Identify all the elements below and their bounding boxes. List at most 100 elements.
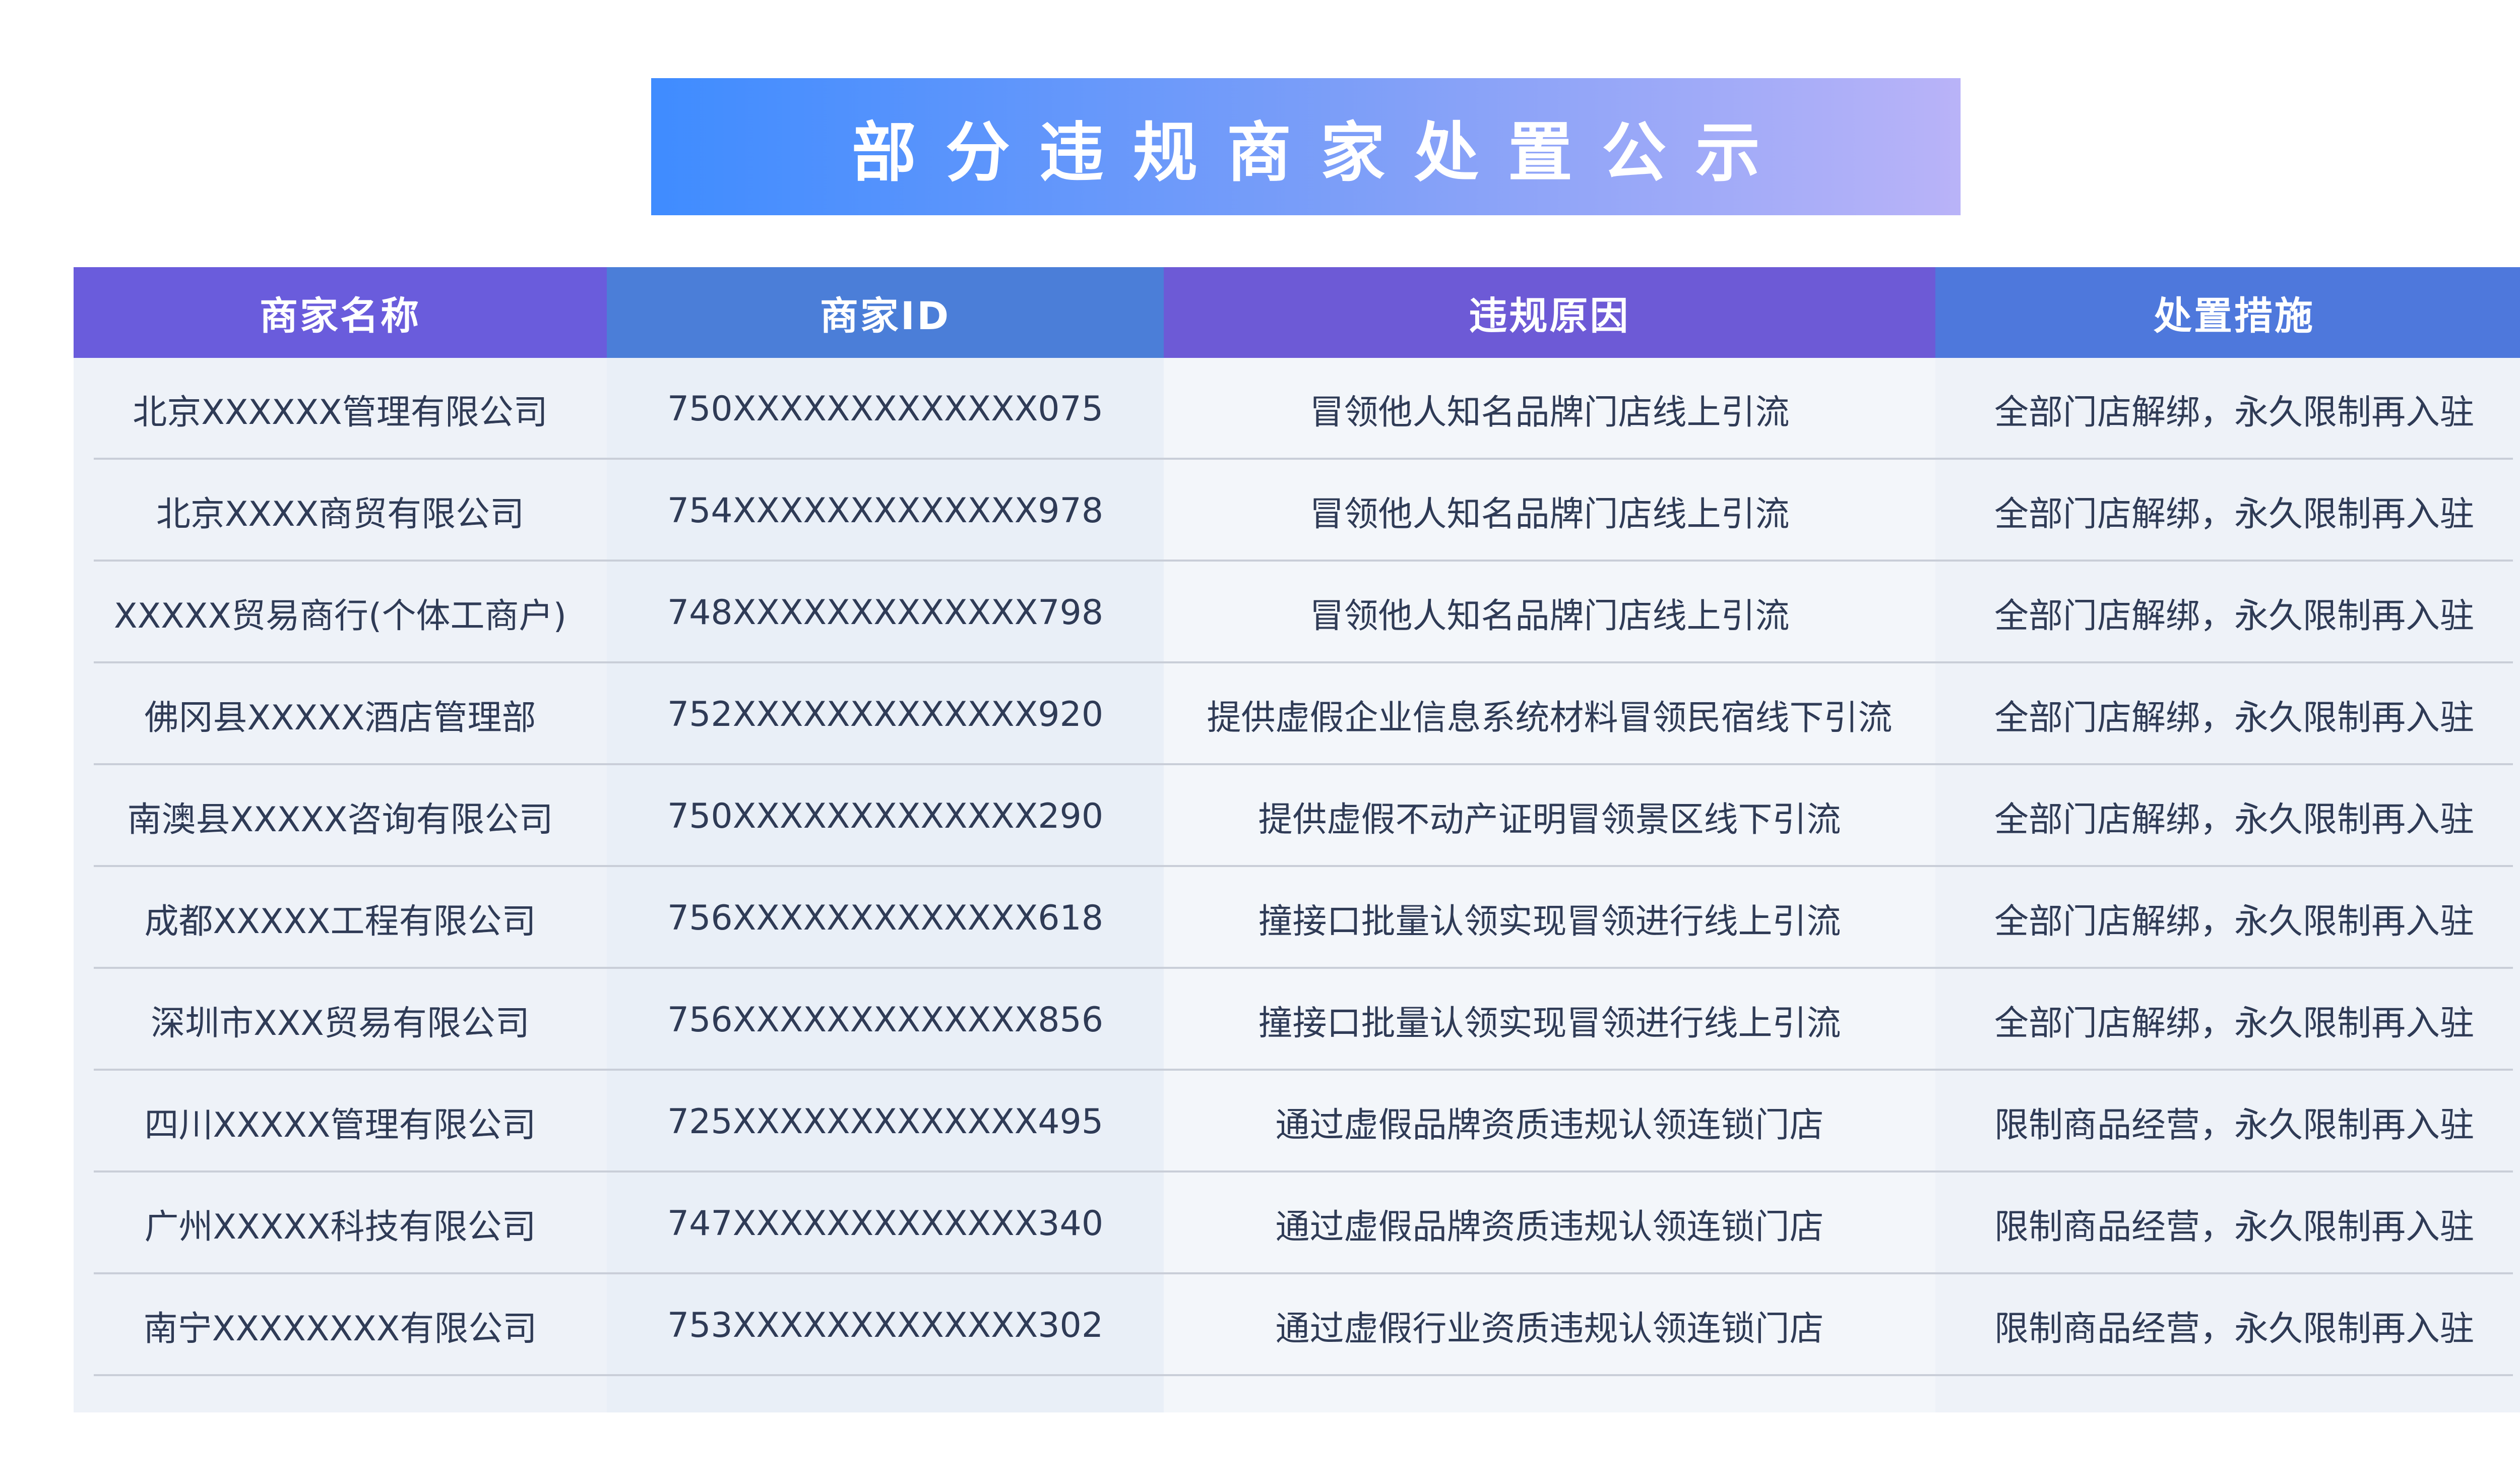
action-taken-cell: 全部门店解绑，永久限制再入驻 xyxy=(1935,663,2520,765)
merchant-name-cell: 北京XXXX商贸有限公司 xyxy=(74,460,607,562)
cell-text: 成都XXXXX工程有限公司 xyxy=(144,901,536,942)
header-action-taken: 处置措施 xyxy=(1935,267,2520,358)
cell-text: 限制商品经营，永久限制再入驻 xyxy=(1994,1309,2474,1349)
violation-reason-cell: 冒领他人知名品牌门店线上引流 xyxy=(1164,562,1935,663)
merchant-id-cell: 748XXXXXXXXXXXXX798 xyxy=(607,562,1164,663)
merchant-id-cell: 756XXXXXXXXXXXXX618 xyxy=(607,867,1164,969)
action-taken-cell: 全部门店解绑，永久限制再入驻 xyxy=(1935,969,2520,1071)
table-row: 北京XXXX商贸有限公司 754XXXXXXXXXXXXX978 冒领他人知名品牌门… xyxy=(74,460,2520,562)
merchant-name-cell: 广州XXXXX科技有限公司 xyxy=(74,1173,607,1274)
action-taken-cell: 限制商品经营，永久限制再入驻 xyxy=(1935,1071,2520,1173)
violation-reason-cell: 提供虚假不动产证明冒领景区线下引流 xyxy=(1164,765,1935,867)
table-row: 北京XXXXXX管理有限公司 750XXXXXXXXXXXXX075 冒领他人知名品… xyxy=(74,358,2520,460)
action-taken-cell: 全部门店解绑，永久限制再入驻 xyxy=(1935,358,2520,460)
cell-text: 南澳县XXXXX咨询有限公司 xyxy=(127,799,553,840)
cell-text: 全部门店解绑，永久限制再入驻 xyxy=(1994,596,2474,636)
merchant-name-cell: 成都XXXXX工程有限公司 xyxy=(74,867,607,969)
merchant-id-cell: 753XXXXXXXXXXXXX302 xyxy=(607,1274,1164,1376)
violation-reason-cell: 提供虚假企业信息系统材料冒领民宿线下引流 xyxy=(1164,663,1935,765)
table-row: XXXXX贸易商行(个体工商户) 748XXXXXXXXXXXXX798 冒领他人知… xyxy=(74,562,2520,663)
cell-text: 全部门店解绑，永久限制再入驻 xyxy=(1994,1003,2474,1043)
cell-text: 冒领他人知名品牌门店线上引流 xyxy=(1309,596,1790,636)
table-body: 北京XXXXXX管理有限公司 750XXXXXXXXXXXXX075 冒领他人知名品… xyxy=(74,358,2520,1376)
cell-text: 冒领他人知名品牌门店线上引流 xyxy=(1309,494,1790,534)
merchant-id-cell: 750XXXXXXXXXXXXX075 xyxy=(607,358,1164,460)
merchant-name-cell: 深圳市XXX贸易有限公司 xyxy=(74,969,607,1071)
cell-text: 754XXXXXXXXXXXXX978 xyxy=(667,490,1104,531)
cell-text: 提供虚假企业信息系统材料冒领民宿线下引流 xyxy=(1207,698,1893,738)
merchant-name-cell: 南宁XXXXXXXX有限公司 xyxy=(74,1274,607,1376)
title-banner: 部分违规商家处置公示 xyxy=(651,78,1961,215)
merchant-name-cell: 北京XXXXXX管理有限公司 xyxy=(74,358,607,460)
cell-text: 通过虚假品牌资质违规认领连锁门店 xyxy=(1275,1105,1824,1145)
violation-reason-cell: 撞接口批量认领实现冒领进行线上引流 xyxy=(1164,969,1935,1071)
cell-text: 756XXXXXXXXXXXXX856 xyxy=(667,1000,1104,1040)
table-row: 广州XXXXX科技有限公司 747XXXXXXXXXXXXX340 通过虚假品牌资质… xyxy=(74,1173,2520,1274)
table-row: 佛冈县XXXXX酒店管理部 752XXXXXXXXXXXXX920 提供虚假企业信息… xyxy=(74,663,2520,765)
violation-reason-cell: 冒领他人知名品牌门店线上引流 xyxy=(1164,358,1935,460)
cell-text: 全部门店解绑，永久限制再入驻 xyxy=(1994,799,2474,840)
cell-text: 通过虚假行业资质违规认领连锁门店 xyxy=(1275,1309,1824,1349)
table-row: 南宁XXXXXXXX有限公司 753XXXXXXXXXXXXX302 通过虚假行业资… xyxy=(74,1274,2520,1376)
merchant-id-cell: 747XXXXXXXXXXXXX340 xyxy=(607,1173,1164,1274)
table-row: 成都XXXXX工程有限公司 756XXXXXXXXXXXXX618 撞接口批量认领实… xyxy=(74,867,2520,969)
header-label: 处置措施 xyxy=(2154,293,2315,338)
header-merchant-id: 商家ID xyxy=(607,267,1164,358)
merchant-id-cell: 756XXXXXXXXXXXXX856 xyxy=(607,969,1164,1071)
cell-text: 全部门店解绑，永久限制再入驻 xyxy=(1994,698,2474,738)
cell-text: 撞接口批量认领实现冒领进行线上引流 xyxy=(1258,901,1841,942)
merchant-name-cell: 佛冈县XXXXX酒店管理部 xyxy=(74,663,607,765)
cell-text: 广州XXXXX科技有限公司 xyxy=(144,1207,536,1247)
cell-text: 四川XXXXX管理有限公司 xyxy=(144,1105,536,1145)
cell-text: 撞接口批量认领实现冒领进行线上引流 xyxy=(1258,1003,1841,1043)
header-violation-reason: 违规原因 xyxy=(1164,267,1935,358)
cell-text: 南宁XXXXXXXX有限公司 xyxy=(143,1309,537,1349)
header-merchant-name: 商家名称 xyxy=(74,267,607,358)
cell-text: 752XXXXXXXXXXXXX920 xyxy=(667,694,1104,734)
table-row: 四川XXXXX管理有限公司 725XXXXXXXXXXXXX495 通过虚假品牌资质… xyxy=(74,1071,2520,1173)
merchant-id-cell: 750XXXXXXXXXXXXX290 xyxy=(607,765,1164,867)
cell-text: 通过虚假品牌资质违规认领连锁门店 xyxy=(1275,1207,1824,1247)
cell-text: 全部门店解绑，永久限制再入驻 xyxy=(1994,494,2474,534)
action-taken-cell: 限制商品经营，永久限制再入驻 xyxy=(1935,1274,2520,1376)
violation-reason-cell: 通过虚假行业资质违规认领连锁门店 xyxy=(1164,1274,1935,1376)
cell-text: 750XXXXXXXXXXXXX290 xyxy=(667,796,1104,836)
merchant-name-cell: 四川XXXXX管理有限公司 xyxy=(74,1071,607,1173)
cell-text: 753XXXXXXXXXXXXX302 xyxy=(667,1305,1104,1345)
cell-text: 冒领他人知名品牌门店线上引流 xyxy=(1309,392,1790,433)
violation-reason-cell: 通过虚假品牌资质违规认领连锁门店 xyxy=(1164,1071,1935,1173)
cell-text: 756XXXXXXXXXXXXX618 xyxy=(667,898,1104,938)
merchant-id-cell: 754XXXXXXXXXXXXX978 xyxy=(607,460,1164,562)
cell-text: 限制商品经营，永久限制再入驻 xyxy=(1994,1105,2474,1145)
action-taken-cell: 全部门店解绑，永久限制再入驻 xyxy=(1935,867,2520,969)
cell-text: 全部门店解绑，永久限制再入驻 xyxy=(1994,392,2474,433)
cell-text: XXXXX贸易商行(个体工商户) xyxy=(114,596,566,636)
cell-text: 全部门店解绑，永久限制再入驻 xyxy=(1994,901,2474,942)
merchant-id-cell: 725XXXXXXXXXXXXX495 xyxy=(607,1071,1164,1173)
cell-text: 佛冈县XXXXX酒店管理部 xyxy=(144,698,536,738)
action-taken-cell: 全部门店解绑，永久限制再入驻 xyxy=(1935,765,2520,867)
cell-text: 限制商品经营，永久限制再入驻 xyxy=(1994,1207,2474,1247)
action-taken-cell: 全部门店解绑，永久限制再入驻 xyxy=(1935,562,2520,663)
violation-reason-cell: 冒领他人知名品牌门店线上引流 xyxy=(1164,460,1935,562)
header-label: 违规原因 xyxy=(1469,293,1630,338)
violation-reason-cell: 通过虚假品牌资质违规认领连锁门店 xyxy=(1164,1173,1935,1274)
cell-text: 747XXXXXXXXXXXXX340 xyxy=(667,1203,1104,1244)
cell-text: 北京XXXX商贸有限公司 xyxy=(156,494,525,534)
action-taken-cell: 全部门店解绑，永久限制再入驻 xyxy=(1935,460,2520,562)
cell-text: 深圳市XXX贸易有限公司 xyxy=(151,1003,530,1043)
merchant-name-cell: XXXXX贸易商行(个体工商户) xyxy=(74,562,607,663)
cell-text: 725XXXXXXXXXXXXX495 xyxy=(667,1101,1104,1142)
header-label: 商家ID xyxy=(820,293,951,338)
cell-text: 748XXXXXXXXXXXXX798 xyxy=(667,592,1104,633)
header-label: 商家名称 xyxy=(260,293,421,338)
table-header: 商家名称 商家ID 违规原因 处置措施 xyxy=(74,267,2520,358)
action-taken-cell: 限制商品经营，永久限制再入驻 xyxy=(1935,1173,2520,1274)
page-title: 部分违规商家处置公示 xyxy=(851,115,1789,191)
cell-text: 750XXXXXXXXXXXXX075 xyxy=(667,389,1104,429)
cell-text: 北京XXXXXX管理有限公司 xyxy=(133,392,548,433)
merchant-name-cell: 南澳县XXXXX咨询有限公司 xyxy=(74,765,607,867)
cell-text: 提供虚假不动产证明冒领景区线下引流 xyxy=(1258,799,1841,840)
table-row: 南澳县XXXXX咨询有限公司 750XXXXXXXXXXXXX290 提供虚假不动产… xyxy=(74,765,2520,867)
violation-reason-cell: 撞接口批量认领实现冒领进行线上引流 xyxy=(1164,867,1935,969)
